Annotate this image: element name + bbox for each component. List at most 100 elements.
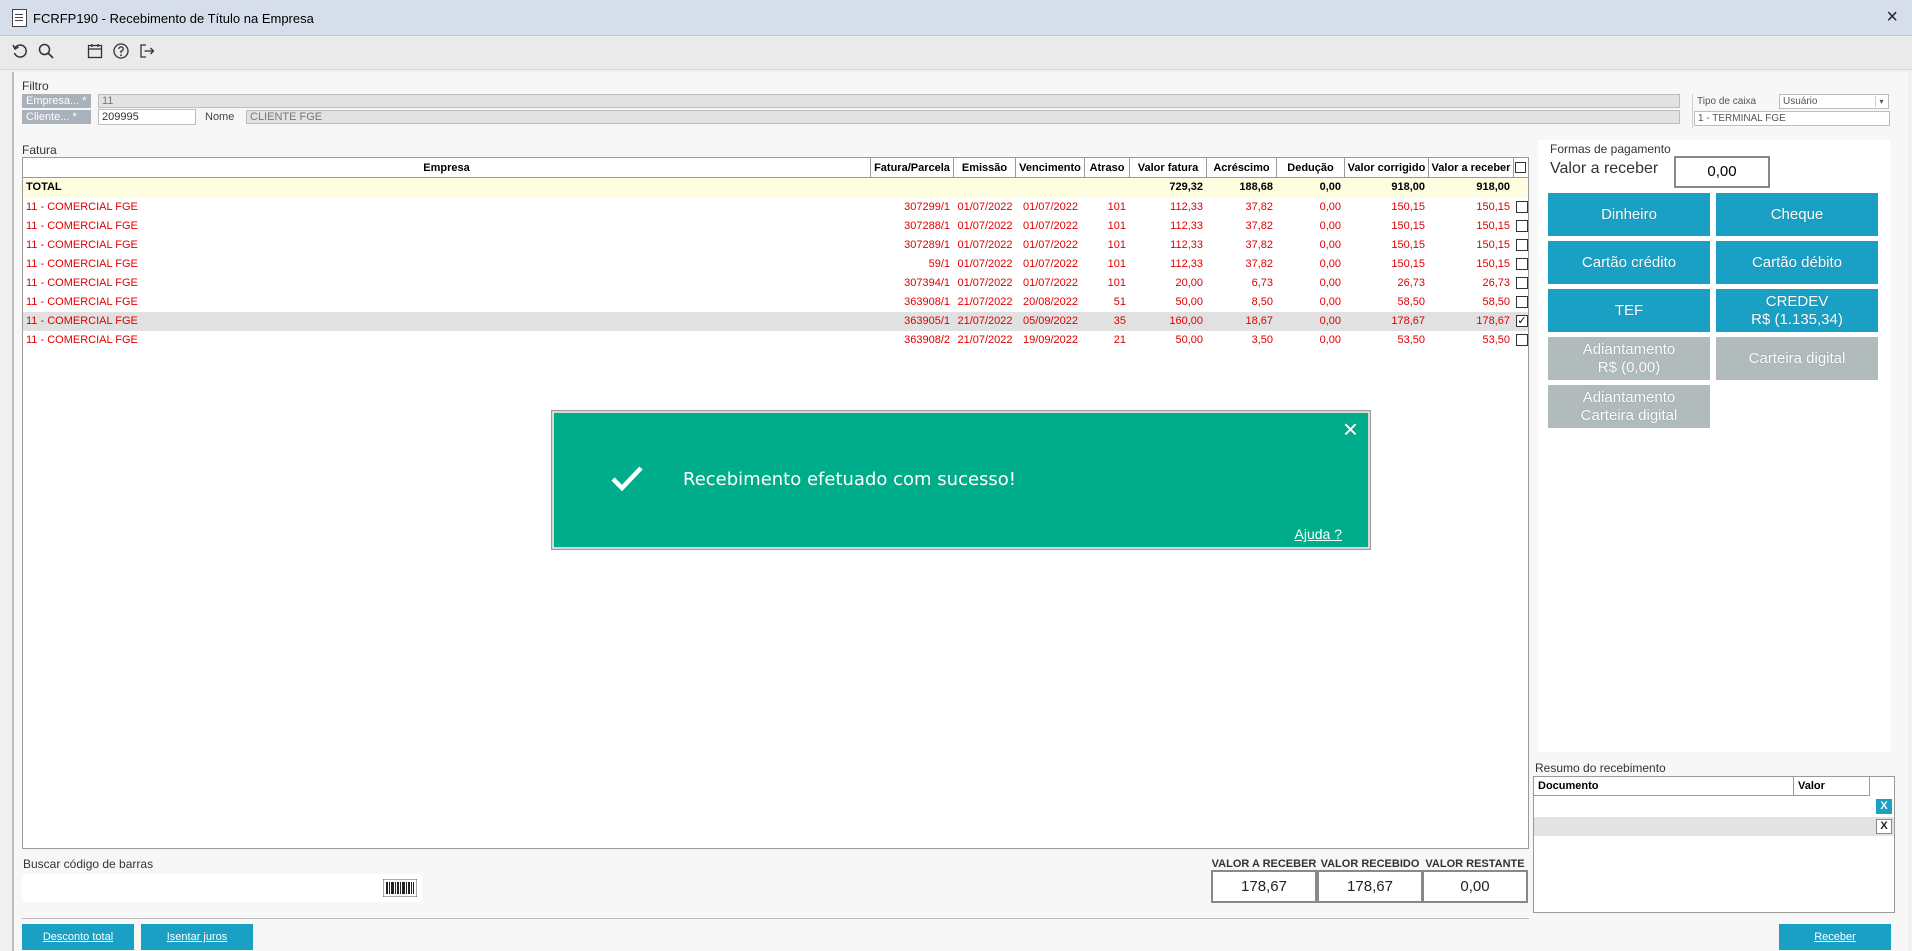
total-cell-emissao — [954, 178, 1016, 197]
barcode-icon[interactable] — [382, 878, 418, 898]
col-header-valor-receber[interactable]: Valor a receber — [1429, 158, 1514, 178]
carteira-digital-button[interactable]: Carteira digital — [1716, 337, 1878, 380]
nome-field[interactable]: CLIENTE FGE — [246, 110, 1680, 124]
cell-vencimento: 19/09/2022 — [1022, 334, 1079, 346]
cell-parcela: 307299/1 — [904, 201, 950, 213]
isentar-juros-button[interactable]: Isentar juros — [141, 924, 253, 950]
tef-button[interactable]: TEF — [1548, 289, 1710, 332]
cheque-button[interactable]: Cheque — [1716, 193, 1878, 236]
cell-acrescimo: 37,82 — [1245, 258, 1273, 270]
cartao-debito-button[interactable]: Cartão débito — [1716, 241, 1878, 284]
dinheiro-button[interactable]: Dinheiro — [1548, 193, 1710, 236]
payment-section-label: Formas de pagamento — [1550, 142, 1671, 156]
valor-restante-label: VALOR RESTANTE — [1425, 858, 1525, 870]
chevron-down-icon[interactable]: ▾ — [1875, 96, 1887, 107]
cell-deducao: 0,00 — [1319, 239, 1341, 251]
cell-emissao: 01/07/2022 — [957, 277, 1013, 289]
calendar-icon[interactable] — [84, 42, 106, 64]
cell-acrescimo: 37,82 — [1245, 239, 1273, 251]
total-cell-valor-corrigido: 918,00 — [1391, 181, 1425, 193]
total-cell-empresa: TOTAL — [26, 181, 62, 193]
tipo-caixa-select[interactable]: Usuário ▾ — [1779, 94, 1889, 109]
cell-acrescimo: 37,82 — [1245, 201, 1273, 213]
receber-button[interactable]: Receber — [1779, 924, 1891, 950]
row-checkbox[interactable] — [1516, 296, 1528, 308]
valor-receber-field[interactable]: 0,00 — [1674, 156, 1770, 188]
total-cell-deducao: 0,00 — [1319, 181, 1341, 193]
cell-parcela: 363908/2 — [904, 334, 950, 346]
cell-vencimento: 01/07/2022 — [1022, 239, 1079, 251]
adiantamento-carteira-button[interactable]: Adiantamento Carteira digital — [1548, 385, 1710, 428]
row-checkbox[interactable] — [1516, 334, 1528, 346]
cell-valor-fatura: 20,00 — [1175, 277, 1203, 289]
cartao-credito-button[interactable]: Cartão crédito — [1548, 241, 1710, 284]
desconto-total-button[interactable]: Desconto total — [22, 924, 134, 950]
col-header-atraso[interactable]: Atraso — [1085, 158, 1130, 178]
row-checkbox[interactable] — [1516, 258, 1528, 270]
cell-emissao: 01/07/2022 — [957, 220, 1013, 232]
cell-parcela: 307288/1 — [904, 220, 950, 232]
cell-valor-corrigido: 150,15 — [1391, 239, 1425, 251]
valor-recebido-label: VALOR RECEBIDO — [1320, 858, 1420, 870]
table-row[interactable]: 11 - COMERCIAL FGE 363908/2 21/07/2022 19/0… — [23, 331, 1528, 350]
total-cell-valor-receber: 918,00 — [1476, 181, 1510, 193]
col-header-documento[interactable]: Documento — [1534, 777, 1794, 796]
exit-icon[interactable] — [136, 42, 158, 64]
cell-acrescimo: 18,67 — [1245, 315, 1273, 327]
total-row: TOTAL 729,32 188,68 0,00 918,00 918,00 — [23, 178, 1528, 197]
toast-close-icon[interactable]: × — [1343, 415, 1358, 443]
col-header-emissao[interactable]: Emissão — [954, 158, 1016, 178]
cell-valor-receber: 150,15 — [1476, 201, 1510, 213]
select-all-checkbox[interactable] — [1515, 162, 1526, 173]
remove-row-button[interactable]: X — [1876, 799, 1892, 814]
row-checkbox[interactable] — [1516, 239, 1528, 251]
cell-valor-fatura: 112,33 — [1170, 239, 1203, 251]
col-header-acrescimo[interactable]: Acréscimo — [1207, 158, 1277, 178]
search-icon[interactable] — [35, 42, 57, 64]
table-row[interactable]: 11 - COMERCIAL FGE 363905/1 21/07/2022 05/0… — [23, 312, 1528, 331]
cell-valor-receber: 150,15 — [1476, 220, 1510, 232]
row-checkbox[interactable] — [1516, 277, 1528, 289]
empresa-field[interactable]: 11 — [98, 94, 1680, 108]
terminal-field[interactable]: 1 - TERMINAL FGE — [1694, 111, 1890, 126]
close-window-icon[interactable]: × — [1886, 6, 1898, 29]
col-header-valor-fatura[interactable]: Valor fatura — [1130, 158, 1207, 178]
credev-button[interactable]: CREDEV R$ (1.135,34) — [1716, 289, 1878, 332]
cell-valor-receber: 178,67 — [1476, 315, 1510, 327]
cell-emissao: 01/07/2022 — [957, 239, 1013, 251]
table-row[interactable]: 11 - COMERCIAL FGE 307289/1 01/07/2022 01/0… — [23, 236, 1528, 255]
cell-valor-fatura: 160,00 — [1169, 315, 1203, 327]
cell-deducao: 0,00 — [1319, 277, 1341, 289]
cell-valor-receber: 150,15 — [1476, 258, 1510, 270]
col-header-parcela[interactable]: Fatura/Parcela — [871, 158, 954, 178]
col-header-vencimento[interactable]: Vencimento — [1016, 158, 1085, 178]
cell-parcela: 307289/1 — [904, 239, 950, 251]
valor-a-receber-field: 178,67 — [1211, 870, 1317, 903]
cell-emissao: 01/07/2022 — [957, 201, 1013, 213]
barcode-input[interactable] — [22, 874, 422, 902]
row-checkbox[interactable]: ✓ — [1516, 315, 1528, 327]
toast-help-link[interactable]: Ajuda ? — [1295, 526, 1342, 542]
cell-deducao: 0,00 — [1319, 220, 1341, 232]
refresh-icon[interactable] — [9, 42, 31, 64]
table-row[interactable]: 11 - COMERCIAL FGE 307288/1 01/07/2022 01/0… — [23, 217, 1528, 236]
adiantamento-label: Adiantamento — [1582, 340, 1676, 358]
row-checkbox[interactable] — [1516, 220, 1528, 232]
table-row[interactable]: 11 - COMERCIAL FGE 307299/1 01/07/2022 01/0… — [23, 198, 1528, 217]
col-header-valor[interactable]: Valor — [1794, 777, 1870, 796]
resumo-table: Documento Valor X X — [1533, 776, 1895, 913]
table-row[interactable]: 11 - COMERCIAL FGE 363908/1 21/07/2022 20/0… — [23, 293, 1528, 312]
row-checkbox[interactable] — [1516, 201, 1528, 213]
cell-valor-corrigido: 53,50 — [1397, 334, 1425, 346]
table-row[interactable]: 11 - COMERCIAL FGE 59/1 01/07/2022 01/07/20… — [23, 255, 1528, 274]
cell-valor-receber: 58,50 — [1482, 296, 1510, 308]
cliente-field[interactable]: 209995 — [98, 109, 196, 125]
col-header-deducao[interactable]: Dedução — [1277, 158, 1345, 178]
adiantamento-button[interactable]: Adiantamento R$ (0,00) — [1548, 337, 1710, 380]
col-header-valor-corrigido[interactable]: Valor corrigido — [1345, 158, 1429, 178]
select-all-header[interactable] — [1514, 158, 1528, 178]
col-header-empresa[interactable]: Empresa — [23, 158, 871, 178]
table-row[interactable]: 11 - COMERCIAL FGE 307394/1 01/07/2022 01/0… — [23, 274, 1528, 293]
remove-row-button[interactable]: X — [1876, 819, 1892, 834]
help-icon[interactable] — [110, 42, 132, 64]
